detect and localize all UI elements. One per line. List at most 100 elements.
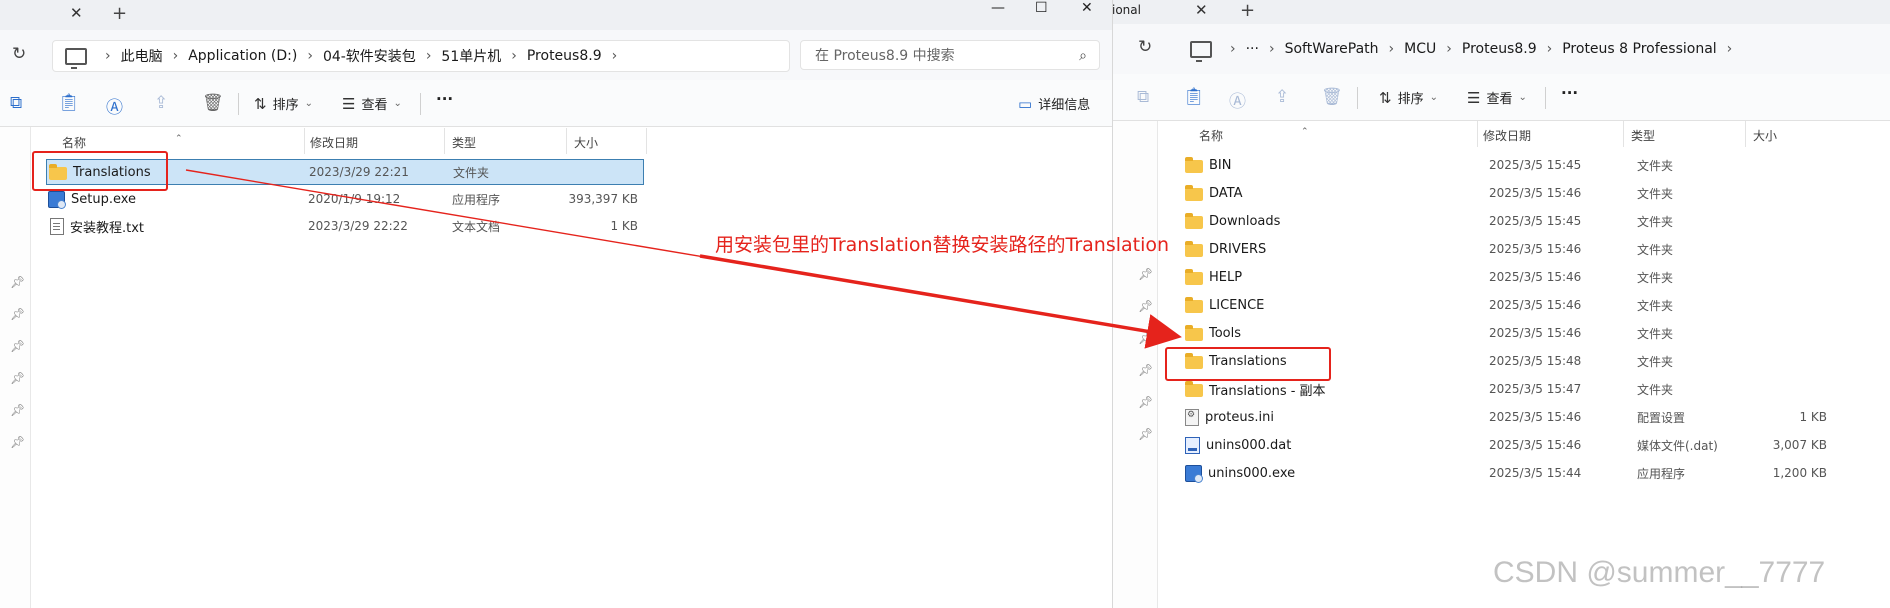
toolbar-divider	[238, 93, 239, 115]
view-button[interactable]: ☰ 查看 ⌄	[342, 94, 402, 114]
breadcrumb-item[interactable]: Proteus 8 Professional	[1562, 41, 1716, 57]
refresh-icon[interactable]: ↻	[1138, 37, 1152, 57]
column-date[interactable]: 修改日期	[1483, 127, 1531, 144]
refresh-icon[interactable]: ↻	[12, 44, 26, 64]
delete-icon[interactable]: 🗑︎	[202, 93, 224, 113]
column-size[interactable]: 大小	[1753, 127, 1777, 144]
chevron-right-icon: ›	[1726, 41, 1733, 57]
folder-icon	[1185, 268, 1203, 285]
file-row[interactable]: HELP 2025/3/5 15:46 文件夹	[1173, 264, 1879, 290]
file-date: 2025/3/5 15:47	[1489, 382, 1582, 396]
pin-icon[interactable]: 📌︎	[10, 307, 25, 321]
file-size: 1 KB	[610, 219, 638, 233]
command-bar: ⧉ 📋︎ Ⓐ ⇪ 🗑︎ ⇅ 排序 ⌄ ☰ 查看 ⌄ ···	[1113, 74, 1890, 121]
copy-icon[interactable]: ⧉	[10, 93, 22, 113]
sort-button[interactable]: ⇅ 排序 ⌄	[1379, 88, 1438, 108]
share-icon[interactable]: ⇪	[154, 93, 168, 113]
file-row[interactable]: unins000.exe 2025/3/5 15:44 应用程序 1,200 KB	[1173, 460, 1879, 486]
sort-button[interactable]: ⇅ 排序 ⌄	[254, 94, 313, 114]
details-pane-icon: ▭	[1018, 94, 1033, 113]
breadcrumb-item[interactable]: Proteus8.9	[527, 48, 602, 64]
file-row[interactable]: LICENCE 2025/3/5 15:46 文件夹	[1173, 292, 1879, 318]
column-divider[interactable]	[444, 128, 445, 154]
file-row[interactable]: Downloads 2025/3/5 15:45 文件夹	[1173, 208, 1879, 234]
file-row[interactable]: unins000.dat 2025/3/5 15:46 媒体文件(.dat) 3,00…	[1173, 432, 1879, 458]
file-row[interactable]: 安装教程.txt 2023/3/29 22:22 文本文档 1 KB	[46, 213, 642, 239]
column-size[interactable]: 大小	[574, 134, 598, 151]
tab-close-icon[interactable]: ✕	[1195, 1, 1208, 19]
pin-icon[interactable]: 📌︎	[1138, 395, 1153, 409]
file-row[interactable]: DRIVERS 2025/3/5 15:46 文件夹	[1173, 236, 1879, 262]
breadcrumb-item[interactable]: 51单片机	[441, 46, 501, 66]
column-divider[interactable]	[566, 128, 567, 154]
view-icon: ☰	[342, 94, 356, 113]
file-row[interactable]: DATA 2025/3/5 15:46 文件夹	[1173, 180, 1879, 206]
pin-icon[interactable]: 📌︎	[1138, 427, 1153, 441]
new-tab-icon[interactable]: +	[112, 3, 127, 24]
minimize-icon[interactable]: —	[991, 0, 1005, 16]
txt-icon	[50, 217, 64, 235]
chevron-down-icon: ⌄	[1429, 92, 1438, 103]
paste-icon[interactable]: 📋︎	[1183, 87, 1205, 107]
file-name: proteus.ini	[1205, 409, 1274, 425]
sort-icon: ⇅	[1379, 88, 1392, 107]
close-window-icon[interactable]: ✕	[1081, 0, 1093, 16]
file-type: 文件夹	[1637, 298, 1674, 313]
breadcrumb-item[interactable]: MCU	[1404, 41, 1436, 57]
pin-icon[interactable]: 📌︎	[10, 339, 25, 353]
breadcrumb-item[interactable]: Application (D:)	[188, 48, 297, 64]
search-input[interactable]: 在 Proteus8.9 中搜索 ⌕	[800, 40, 1100, 70]
delete-icon[interactable]: 🗑︎	[1321, 87, 1343, 107]
new-tab-icon[interactable]: +	[1240, 0, 1255, 21]
pin-icon[interactable]: 📌︎	[1138, 331, 1153, 345]
file-type: 配置设置	[1637, 410, 1686, 425]
pin-icon[interactable]: 📌︎	[10, 435, 25, 449]
pin-icon[interactable]: 📌︎	[1138, 267, 1153, 281]
ini-icon	[1185, 408, 1199, 426]
pin-icon[interactable]: 📌︎	[10, 403, 25, 417]
tab-close-icon[interactable]: ✕	[70, 4, 83, 22]
pin-icon[interactable]: 📌︎	[1138, 299, 1153, 313]
column-date[interactable]: 修改日期	[310, 134, 358, 151]
rename-icon[interactable]: Ⓐ	[1229, 87, 1246, 112]
address-bar-area: ↻ › 此电脑 › Application (D:) › 04-软件安装包 › …	[0, 30, 1112, 81]
file-row[interactable]: Tools 2025/3/5 15:46 文件夹	[1173, 320, 1879, 346]
column-type[interactable]: 类型	[1631, 127, 1655, 144]
breadcrumb[interactable]: › 此电脑 › Application (D:) › 04-软件安装包 › 51…	[52, 40, 790, 72]
view-button[interactable]: ☰ 查看 ⌄	[1467, 88, 1527, 108]
more-options-button[interactable]: ···	[1561, 84, 1578, 102]
chevron-down-icon: ⌄	[1518, 92, 1527, 103]
file-date: 2025/3/5 15:46	[1489, 186, 1582, 200]
chevron-right-icon: ›	[1446, 41, 1452, 57]
column-divider[interactable]	[1623, 121, 1624, 147]
column-divider[interactable]	[1477, 121, 1478, 147]
column-divider[interactable]	[304, 128, 305, 154]
pin-icon[interactable]: 📌︎	[10, 371, 25, 385]
breadcrumb-item[interactable]: Proteus8.9	[1462, 41, 1537, 57]
share-icon[interactable]: ⇪	[1275, 87, 1289, 107]
column-divider[interactable]	[1745, 121, 1746, 147]
column-name[interactable]: 名称	[1199, 127, 1223, 144]
chevron-right-icon: ›	[1388, 41, 1395, 57]
pin-icon[interactable]: 📌︎	[1138, 363, 1153, 377]
pin-icon[interactable]: 📌︎	[10, 275, 25, 289]
copy-icon[interactable]: ⧉	[1137, 87, 1149, 107]
file-row[interactable]: proteus.ini 2025/3/5 15:46 配置设置 1 KB	[1173, 404, 1879, 430]
column-divider[interactable]	[646, 128, 647, 154]
sort-label: 排序	[272, 98, 299, 113]
paste-icon[interactable]: 📋︎	[58, 93, 80, 113]
breadcrumb-item[interactable]: SoftWarePath	[1285, 41, 1379, 57]
column-type[interactable]: 类型	[452, 134, 476, 151]
tab-title[interactable]: ional	[1113, 3, 1141, 17]
breadcrumb[interactable]: › ··· › SoftWarePath › MCU › Proteus8.9 …	[1178, 34, 1884, 64]
details-pane-button[interactable]: ▭ 详细信息	[1018, 94, 1090, 114]
column-name[interactable]: 名称	[62, 134, 86, 151]
maximize-icon[interactable]: ☐	[1035, 0, 1048, 16]
breadcrumb-item[interactable]: 04-软件安装包	[323, 46, 416, 66]
breadcrumb-item[interactable]: 此电脑	[121, 46, 163, 66]
breadcrumb-overflow[interactable]: ···	[1246, 41, 1259, 57]
file-row[interactable]: BIN 2025/3/5 15:45 文件夹	[1173, 152, 1879, 178]
rename-icon[interactable]: Ⓐ	[106, 93, 123, 118]
more-options-button[interactable]: ···	[436, 90, 453, 108]
file-name-cell: unins000.exe	[1185, 464, 1295, 483]
